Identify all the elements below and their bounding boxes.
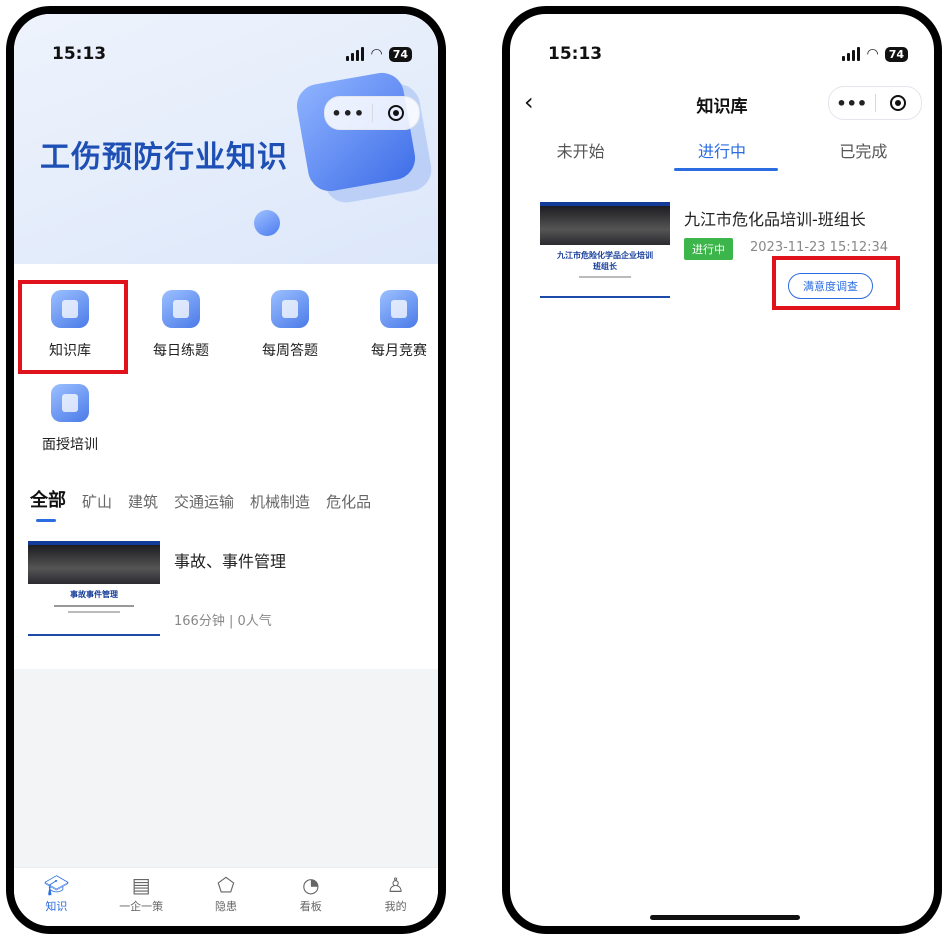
grid-item-weekly-quiz[interactable]: 每周答题: [240, 290, 340, 360]
grid-label: 每日练题: [153, 343, 209, 359]
highlight-box: [18, 280, 128, 374]
tabbar-hazard[interactable]: ⬠ 隐患: [184, 868, 269, 926]
target-icon: [387, 105, 404, 121]
tab-chemicals[interactable]: 危化品: [326, 491, 371, 512]
status-time: 15:13: [52, 44, 107, 64]
course-title[interactable]: 九江市危化品培训-班组长: [684, 206, 866, 230]
tabbar-label: 一企一策: [119, 900, 164, 913]
tab-construction[interactable]: 建筑: [128, 491, 158, 512]
miniprogram-capsule: •••: [324, 96, 420, 130]
tab-completed[interactable]: 已完成: [793, 138, 934, 162]
grid-item-daily-practice[interactable]: 每日练题: [131, 290, 231, 360]
phone-right: 15:13 ◠ 74 ‹ 知识库 ••• 未开始 进行中 已完成 九江市危险化学…: [502, 6, 942, 934]
tab-active-indicator: [674, 168, 778, 171]
status-bar: 15:13 ◠ 74: [510, 44, 934, 70]
thumbnail-caption: 九江市危险化学品企业培训: [557, 251, 653, 261]
bottom-tabbar: 🎓︎ 知识 ▤ 一企一策 ⬠ 隐患 ◔ 看板 ♙ 我的: [14, 867, 438, 926]
tabbar-label: 看板: [299, 900, 322, 913]
thumbnail-line: [54, 605, 134, 608]
thumbnail-line: [67, 611, 121, 614]
tab-not-started[interactable]: 未开始: [510, 138, 651, 162]
status-icons: ◠ 74: [842, 46, 908, 62]
battery-icon: 74: [884, 46, 908, 62]
close-miniprogram-button[interactable]: [876, 95, 922, 111]
tabbar-enterprise[interactable]: ▤ 一企一策: [99, 868, 184, 926]
more-menu-button[interactable]: •••: [829, 94, 875, 113]
wifi-icon: ◠: [370, 46, 383, 62]
course-thumbnail[interactable]: 事故事件管理: [28, 541, 160, 636]
grid-label: 面授培训: [42, 437, 98, 453]
course-thumbnail[interactable]: 九江市危险化学品企业培训 班组长: [540, 202, 670, 298]
hero-ball-illustration: [254, 210, 280, 236]
pie-chart-icon: ◔: [302, 873, 320, 897]
tab-in-progress[interactable]: 进行中: [651, 138, 792, 162]
close-miniprogram-button[interactable]: [373, 105, 420, 121]
thumbnail-caption: 事故事件管理: [70, 590, 118, 600]
hero-cube-illustration: [293, 69, 419, 195]
category-tabs: 全部 矿山 建筑 交通运输 机械制造 危化品: [30, 486, 371, 512]
tab-all[interactable]: 全部: [30, 486, 66, 512]
highlight-box: [772, 256, 900, 310]
battery-icon: 74: [388, 46, 412, 62]
miniprogram-capsule: •••: [828, 86, 922, 120]
status-badge: 进行中: [684, 238, 733, 260]
course-meta: 166分钟 | 0人气: [174, 614, 272, 629]
status-bar: 15:13 ◠ 74: [14, 44, 438, 70]
medal-icon: [380, 290, 418, 328]
more-menu-button[interactable]: •••: [325, 104, 372, 123]
signal-icon: [842, 47, 861, 61]
target-icon: [890, 95, 907, 111]
nav-bar: ‹ 知识库 •••: [510, 84, 934, 128]
building-icon: ▤: [131, 873, 151, 897]
tabbar-label: 知识: [45, 900, 68, 913]
grid-item-onsite-training[interactable]: 面授培训: [20, 384, 120, 454]
tabbar-label: 隐患: [214, 900, 237, 913]
document-icon: [162, 290, 200, 328]
status-time: 15:13: [548, 44, 603, 64]
course-title[interactable]: 事故、事件管理: [174, 548, 286, 572]
status-icons: ◠ 74: [346, 46, 412, 62]
tabbar-dashboard[interactable]: ◔ 看板: [268, 868, 353, 926]
empty-area: [14, 669, 438, 881]
grid-label: 每周答题: [262, 343, 318, 359]
status-tabs: 未开始 进行中 已完成: [510, 138, 934, 162]
tabbar-mine[interactable]: ♙ 我的: [353, 868, 438, 926]
user-icon: ♙: [386, 873, 405, 897]
tab-machinery[interactable]: 机械制造: [250, 491, 310, 512]
signal-icon: [346, 47, 365, 61]
tab-transport[interactable]: 交通运输: [174, 491, 234, 512]
person-icon: [51, 384, 89, 422]
thumbnail-photo: [540, 202, 670, 246]
tab-active-indicator: [36, 519, 56, 522]
hero-title: 工伤预防行业知识: [40, 140, 288, 175]
home-indicator: [650, 915, 800, 920]
tabbar-label: 我的: [384, 900, 407, 913]
thumbnail-photo: [28, 541, 160, 585]
grid-label: 每月竞赛: [371, 343, 427, 359]
grid-item-monthly-contest[interactable]: 每月竞赛: [349, 290, 438, 360]
tab-mining[interactable]: 矿山: [82, 491, 112, 512]
course-datetime: 2023-11-23 15:12:34: [750, 240, 889, 255]
wifi-icon: ◠: [866, 46, 879, 62]
graduation-cap-icon: 🎓︎: [43, 873, 70, 897]
tabbar-knowledge[interactable]: 🎓︎ 知识: [14, 868, 99, 926]
thumbnail-line: [579, 276, 631, 279]
edit-icon: [271, 290, 309, 328]
warning-icon: ⬠: [217, 873, 235, 897]
thumbnail-caption-2: 班组长: [593, 262, 617, 272]
phone-left: 工伤预防行业知识 15:13 ◠ 74 ••• 知识库 每日练题 每周答题 每月…: [6, 6, 446, 934]
